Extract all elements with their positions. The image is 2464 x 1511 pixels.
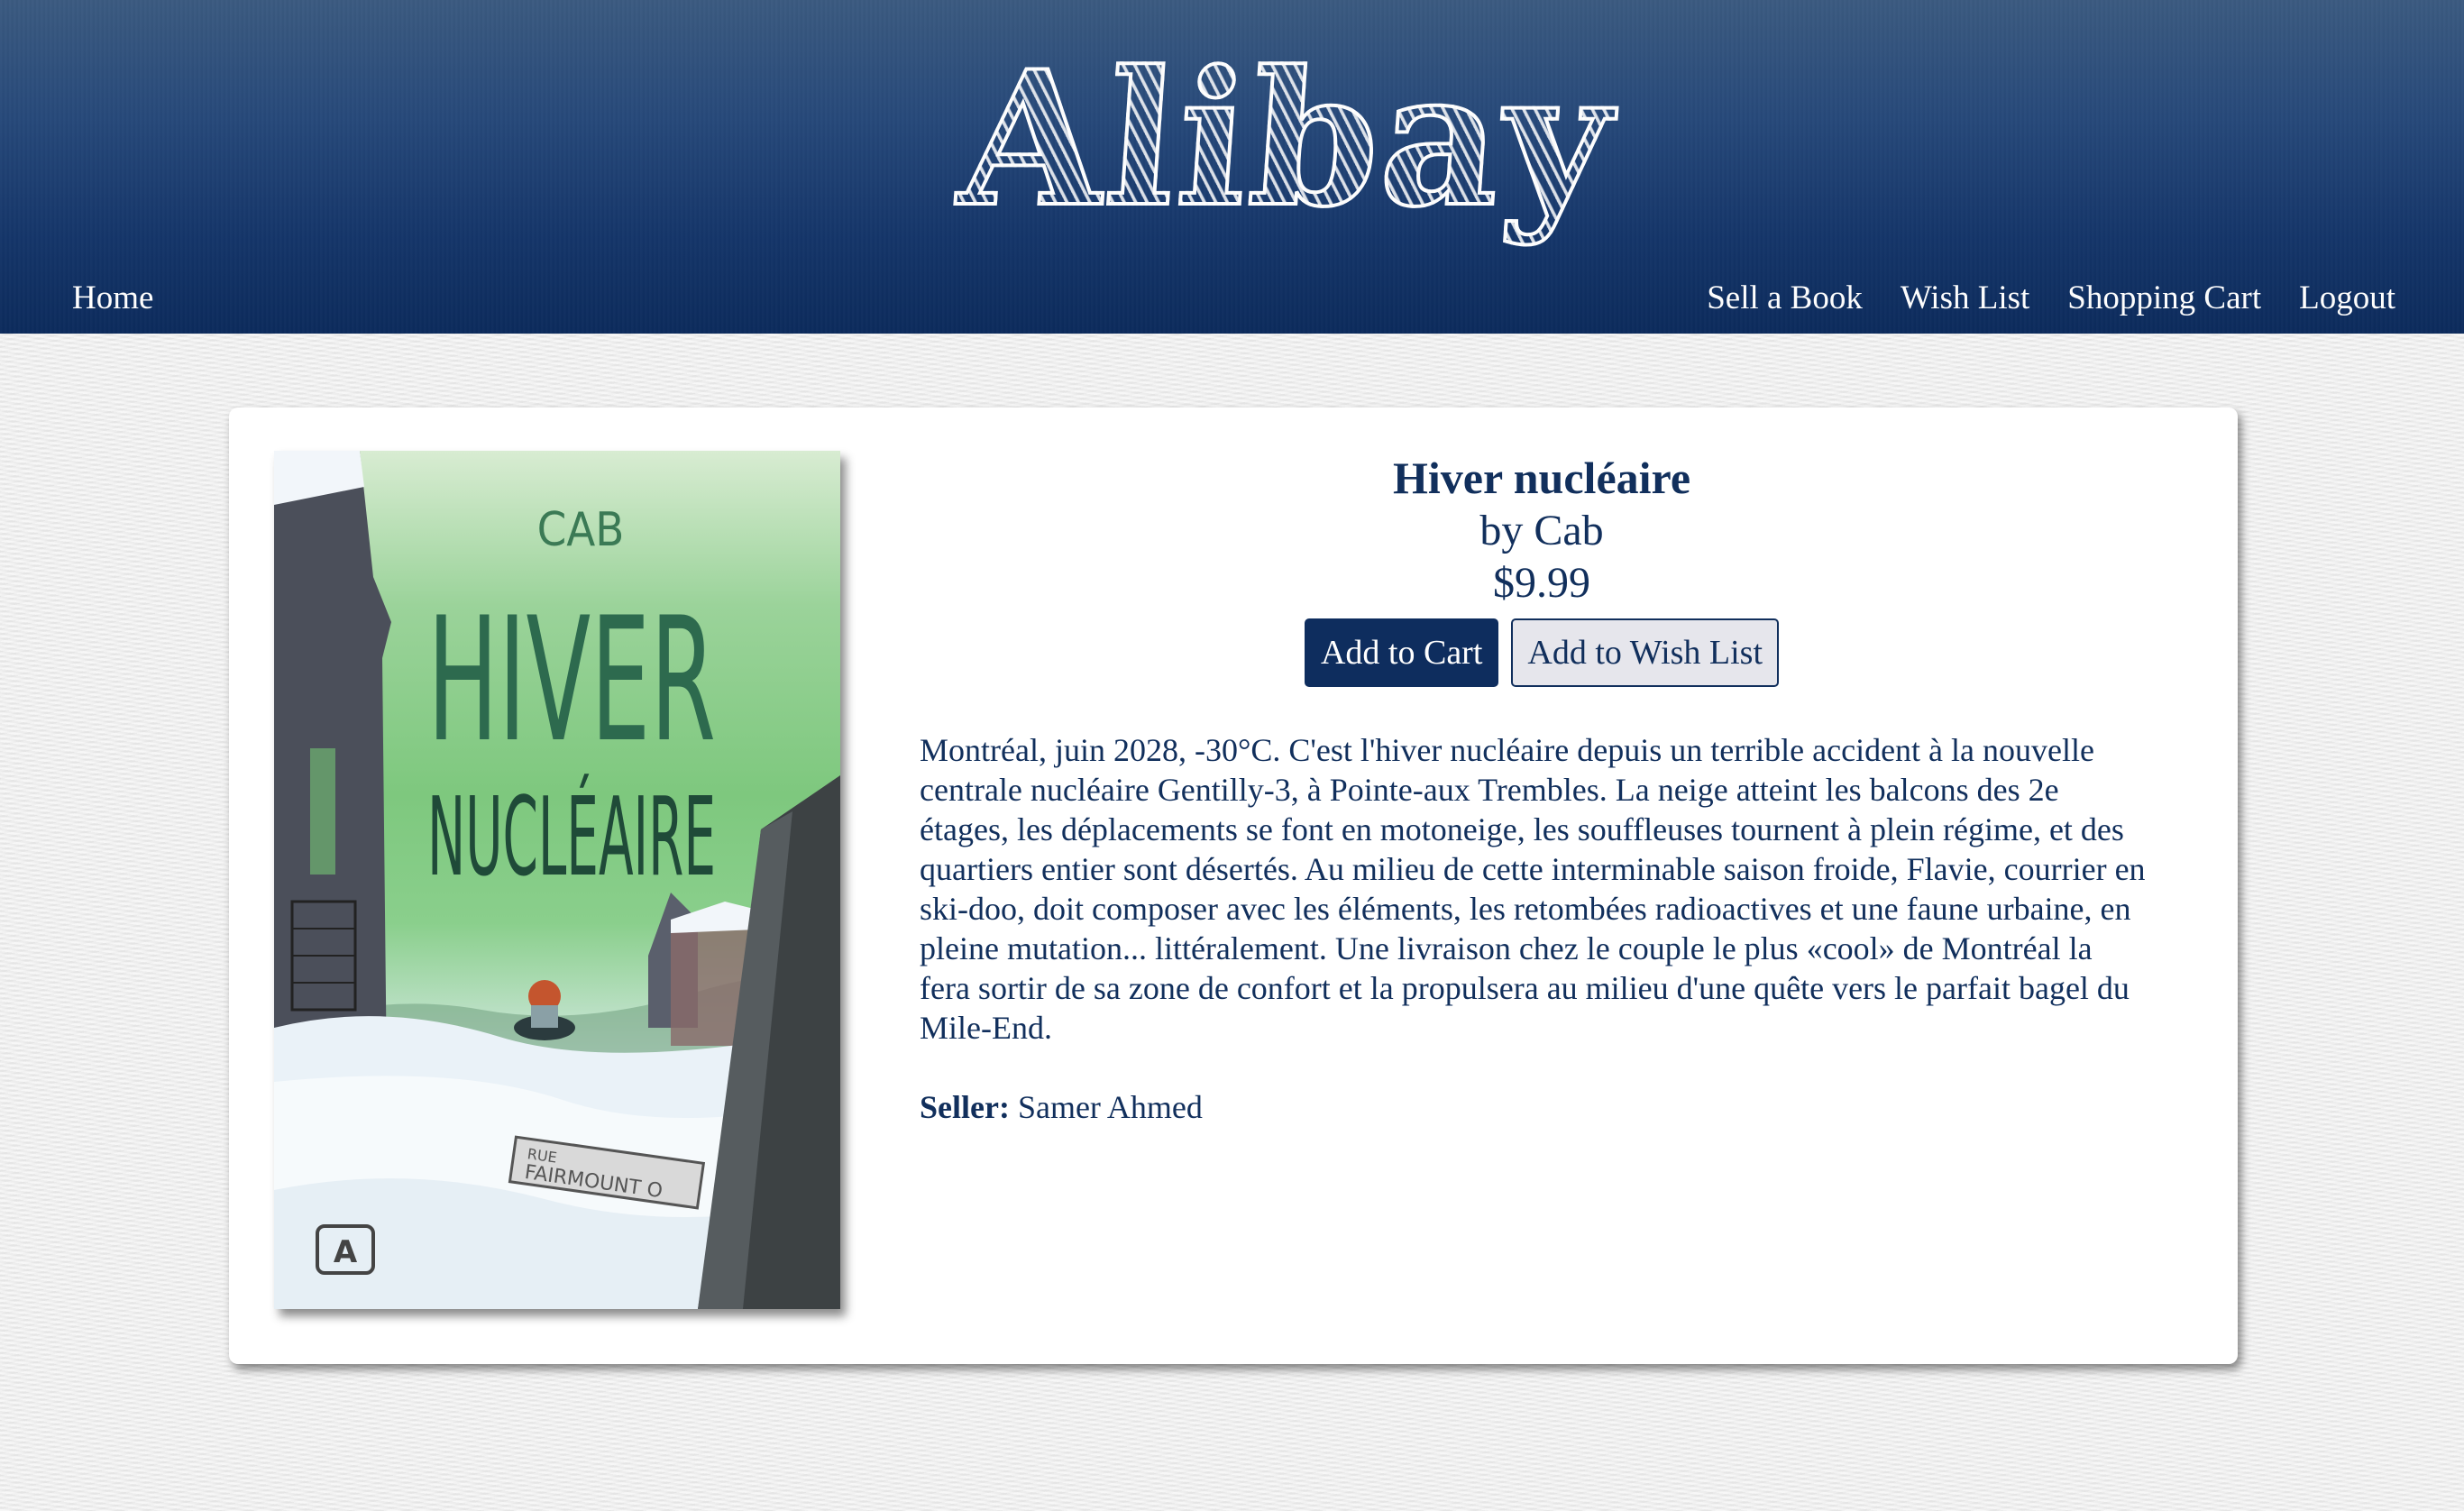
nav-home-link[interactable]: Home (72, 279, 153, 317)
add-to-cart-button[interactable]: Add to Cart (1304, 618, 1499, 687)
nav-left: Home (72, 270, 153, 325)
site-logo[interactable]: Alibay (952, 27, 1622, 252)
nav-wishlist-link[interactable]: Wish List (1901, 279, 2029, 317)
cover-title-line2: NUCLÉAIRE (427, 774, 716, 901)
book-description: Montréal, juin 2028, -30°C. C'est l'hive… (920, 732, 2146, 1046)
book-actions: Add to Cart Add to Wish List (920, 618, 2164, 687)
book-detail-card: RUE FAIRMOUNT O CAB HIVER NUCLÉAIRE A Hi… (229, 408, 2238, 1364)
book-price: $9.99 (1493, 559, 1590, 607)
book-cover-image: RUE FAIRMOUNT O CAB HIVER NUCLÉAIRE A (274, 451, 840, 1309)
logo-text: Alibay (952, 27, 1622, 252)
cover-title-line1: HIVER (427, 581, 716, 780)
nav-cart-link[interactable]: Shopping Cart (2067, 279, 2261, 317)
book-author: by Cab (1479, 507, 1604, 554)
book-info: Hiver nucléaire by Cab $9.99 Add to Cart… (920, 451, 2164, 1127)
nav-logout-link[interactable]: Logout (2299, 279, 2395, 317)
add-to-wishlist-button[interactable]: Add to Wish List (1511, 618, 1780, 687)
seller-info: Seller: Samer Ahmed (920, 1087, 2164, 1127)
seller-label: Seller: (920, 1089, 1010, 1125)
seller-name: Samer Ahmed (1017, 1089, 1203, 1125)
cover-author-text: CAB (537, 503, 625, 557)
cover-publisher-mark: A (334, 1234, 358, 1270)
nav-right: Sell a Book Wish List Shopping Cart Logo… (1707, 270, 2395, 325)
nav-sell-link[interactable]: Sell a Book (1707, 279, 1863, 317)
book-title: Hiver nucléaire (1392, 453, 1691, 503)
site-header: Alibay Home Sell a Book Wish List Shoppi… (0, 0, 2464, 334)
